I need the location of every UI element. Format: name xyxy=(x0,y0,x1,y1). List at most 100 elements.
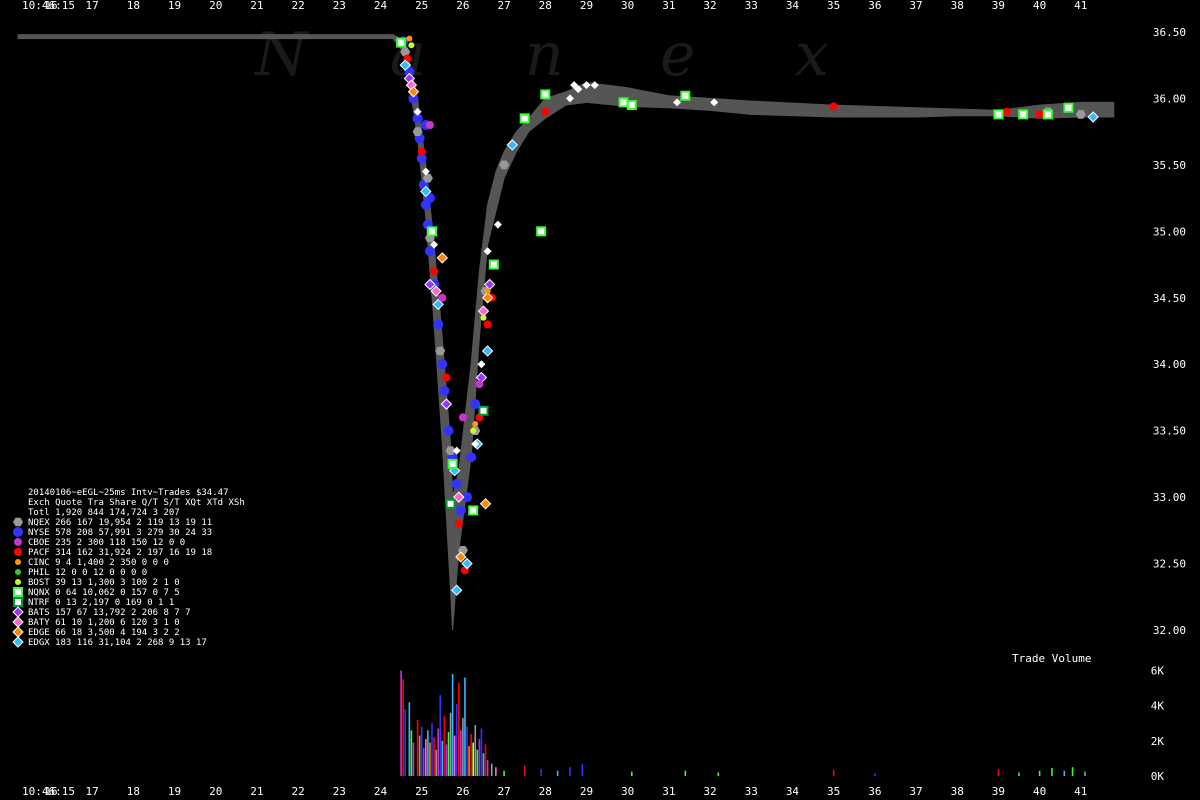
trade-nyse xyxy=(437,359,448,370)
volume-bar xyxy=(630,771,633,776)
volume-bar xyxy=(437,728,439,776)
volume-bar xyxy=(445,744,448,776)
legend-marker-nqnx xyxy=(13,587,23,597)
x-tick-top: 20 xyxy=(209,0,222,12)
volume-bar xyxy=(416,719,419,776)
y-tick-label: 36.00 xyxy=(1153,92,1186,105)
legend-marker-bats xyxy=(12,606,24,618)
x-axis-bottom: 10:46:1516 17 18 19 20 21 22 23 24 25 26 27 28 29 30 31… xyxy=(22,785,1087,798)
trade-cinc xyxy=(406,35,413,42)
trade-nqnx xyxy=(468,505,479,516)
volume-bar xyxy=(466,726,468,776)
legend-marker-nyse xyxy=(13,527,23,537)
x-tick-bottom: 25 xyxy=(415,785,428,798)
volume-bar xyxy=(1063,770,1066,776)
volume-bar xyxy=(684,770,687,776)
x-tick-bottom: 33 xyxy=(745,785,758,798)
volume-bar xyxy=(464,677,466,776)
trade-pacf xyxy=(1002,107,1011,116)
volume-bar xyxy=(460,730,462,776)
trade-nyse xyxy=(451,478,462,489)
trade-bost xyxy=(470,427,477,434)
x-tick-bottom: 27 xyxy=(497,785,510,798)
x-tick-top: 41 xyxy=(1074,0,1087,12)
volume-bar xyxy=(832,769,835,776)
x-tick-top: 24 xyxy=(374,0,388,12)
x-tick-top: 21 xyxy=(250,0,263,12)
volume-bar xyxy=(523,765,526,776)
volume-bar xyxy=(486,760,489,776)
x-tick-top: 29 xyxy=(580,0,593,12)
quote-marker xyxy=(493,220,502,229)
trade-nqnx xyxy=(993,109,1004,120)
trade-pacf xyxy=(417,147,426,156)
trade-bost xyxy=(408,42,415,49)
trade-nqnx xyxy=(618,97,629,108)
volume-tick-label: 0K xyxy=(1151,770,1165,783)
volume-bar xyxy=(472,742,474,776)
x-tick-bottom: 20 xyxy=(209,785,222,798)
volume-bar xyxy=(425,739,427,776)
volume-bar xyxy=(480,728,483,776)
x-tick-bottom: 41 xyxy=(1074,785,1087,798)
x-tick-top: 33 xyxy=(745,0,758,12)
x-tick-top: 17 xyxy=(86,0,99,12)
volume-bar xyxy=(1018,772,1020,776)
x-tick-bottom: 22 xyxy=(291,785,304,798)
x-tick-top: 25 xyxy=(415,0,428,12)
x-tick-top: 32 xyxy=(703,0,716,12)
legend-row-nqex: NQEX 266 167 19,954 2 119 13 19 11 xyxy=(28,518,212,528)
watermark: Nanex xyxy=(253,20,829,90)
volume-axis: 6K 4K 2K 0K xyxy=(1151,665,1165,783)
legend: 20140106~eEGL~25ms Intv~Trades $34.47Exc… xyxy=(12,488,245,648)
volume-bar xyxy=(476,749,479,776)
x-tick-top: 31 xyxy=(662,0,675,12)
volume-bar xyxy=(453,735,456,776)
x-tick-top: 18 xyxy=(127,0,140,12)
y-tick-label: 35.50 xyxy=(1153,159,1186,172)
x-tick-bottom: 17 xyxy=(86,785,99,798)
x-tick-top: 23 xyxy=(333,0,346,12)
legend-row-edge: EDGE 66 18 3,500 4 194 3 2 2 xyxy=(28,628,180,638)
legend-row-phil: PHIL 12 0 0 12 0 0 0 0 xyxy=(28,568,147,578)
x-tick-top: 40 xyxy=(1033,0,1046,12)
volume-bar xyxy=(490,763,493,776)
volume-bar xyxy=(422,747,425,776)
y-tick-label: 33.00 xyxy=(1153,491,1186,504)
volume-title: Trade Volume xyxy=(1012,652,1091,665)
watermark-letter: e xyxy=(660,20,696,90)
watermark-letter: n xyxy=(525,20,564,90)
trade-nyse xyxy=(466,452,477,463)
x-tick-top: 27 xyxy=(497,0,510,12)
volume-bar xyxy=(478,739,481,776)
watermark-letter: x xyxy=(795,20,829,90)
legend-total: Totl 1,920 844 174,724 3 207 xyxy=(28,508,180,518)
trade-pacf xyxy=(430,267,439,276)
trade-nqnx xyxy=(1042,109,1053,120)
volume-bar xyxy=(441,740,444,776)
trade-ntrf xyxy=(445,498,456,509)
legend-row-bost: BOST 39 13 1,300 3 100 2 1 0 xyxy=(28,578,180,588)
x-tick-bottom: 16 xyxy=(44,785,57,798)
legend-row-ntrf: NTRF 0 13 2,197 0 169 0 1 1 xyxy=(28,598,174,608)
x-axis-top: 10:46:1516 17 18 19 20 21 22 23 24 25 26 27 28 29 30 31… xyxy=(22,0,1087,12)
x-tick-bottom: 28 xyxy=(539,785,552,798)
trade-pacf xyxy=(454,519,463,528)
volume-bar xyxy=(495,767,497,776)
volume-bar xyxy=(400,670,402,776)
trade-edgx xyxy=(481,345,494,357)
volume-bar xyxy=(468,746,470,776)
x-tick-top: 28 xyxy=(539,0,552,12)
x-tick-top: 39 xyxy=(992,0,1005,12)
trade-cboe xyxy=(425,120,434,129)
volume-bar xyxy=(874,773,876,776)
x-tick-top: 19 xyxy=(168,0,181,12)
trade-pacf xyxy=(483,320,492,329)
volume-bar xyxy=(1038,770,1041,776)
legend-marker-cboe xyxy=(14,538,22,546)
y-tick-label: 32.50 xyxy=(1153,558,1186,571)
volume-bar xyxy=(540,768,542,776)
volume-bar xyxy=(412,742,415,776)
y-tick-label: 32.00 xyxy=(1153,624,1186,637)
legend-marker-bost xyxy=(15,579,21,585)
